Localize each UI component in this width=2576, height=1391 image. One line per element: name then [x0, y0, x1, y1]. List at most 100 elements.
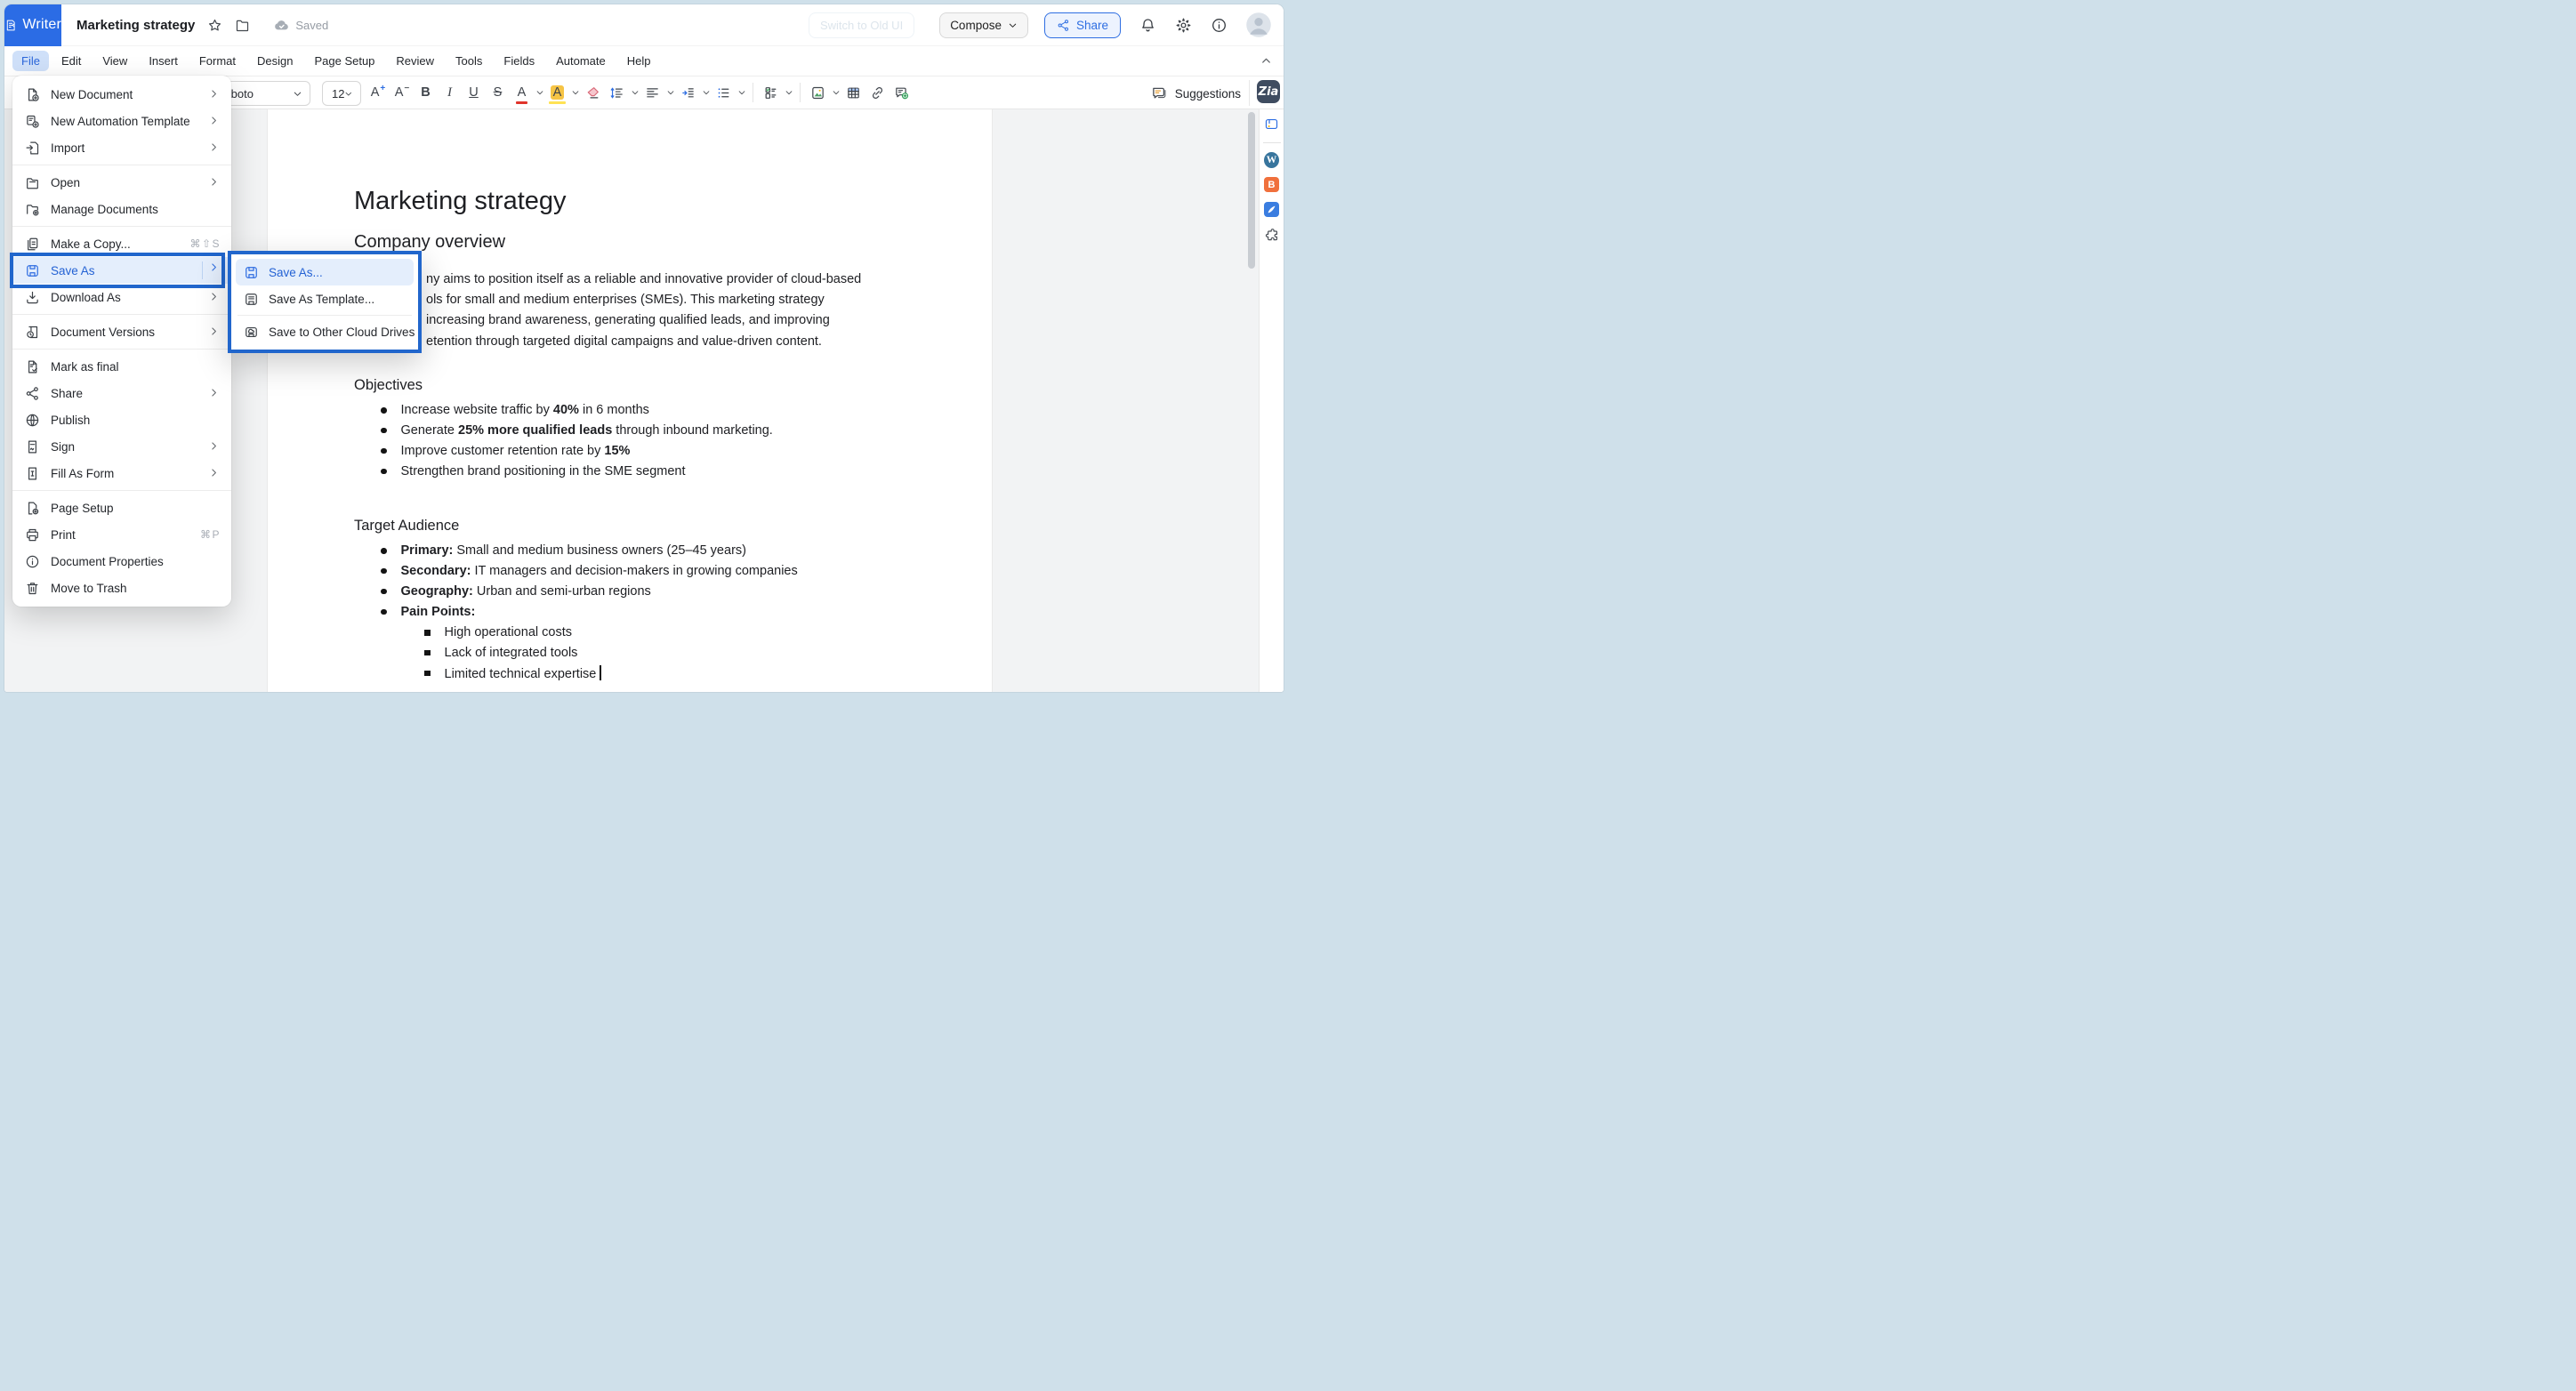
submenu-item-save-to-other-cloud-drives[interactable]: Save to Other Cloud Drives [236, 318, 414, 345]
menu-item-share[interactable]: Share [12, 380, 231, 406]
italic-button[interactable]: I [438, 80, 462, 105]
menubar-item-view[interactable]: View [93, 51, 136, 71]
menu-item-manage-documents[interactable]: Manage Documents [12, 196, 231, 222]
menu-item-document-versions[interactable]: Document Versions [12, 318, 231, 345]
publish-pen-icon[interactable] [1264, 202, 1279, 217]
font-color-button[interactable]: A [510, 80, 534, 105]
company-overview-paragraph[interactable]: ny aims to position itself as a reliable… [426, 269, 861, 352]
bullet-item[interactable]: Primary: Small and medium business owner… [354, 541, 798, 561]
new-document-icon [25, 87, 40, 102]
compose-button[interactable]: Compose [939, 12, 1028, 38]
menu-item-print[interactable]: Print⌘P [12, 521, 231, 548]
share-button[interactable]: Share [1044, 12, 1121, 38]
display-options-caret[interactable] [783, 80, 794, 105]
chevron-down-icon [344, 89, 353, 99]
indent-caret[interactable] [700, 80, 712, 105]
menubar-item-file[interactable]: File [12, 51, 49, 71]
line-spacing-button[interactable] [605, 80, 629, 105]
menubar-item-fields[interactable]: Fields [495, 51, 543, 71]
bullet-item[interactable]: Strengthen brand positioning in the SME … [354, 461, 773, 481]
menubar-item-tools[interactable]: Tools [447, 51, 491, 71]
menubar-item-format[interactable]: Format [190, 51, 245, 71]
extensions-icon[interactable] [1264, 227, 1279, 242]
insert-comment-button[interactable] [890, 80, 914, 105]
insert-link-button[interactable] [865, 80, 890, 105]
bullet-item[interactable]: Geography: Urban and semi-urban regions [354, 582, 798, 602]
menubar-item-edit[interactable]: Edit [52, 51, 90, 71]
menubar-item-review[interactable]: Review [387, 51, 443, 71]
highlight-color-caret[interactable] [569, 80, 581, 105]
insert-table-button[interactable] [841, 80, 865, 105]
menu-item-make-a-copy[interactable]: Make a Copy...⌘⇧S [12, 230, 231, 257]
user-avatar[interactable] [1245, 12, 1272, 38]
company-overview-heading[interactable]: Company overview [354, 232, 505, 253]
display-options-button[interactable] [759, 80, 783, 105]
alignment-caret[interactable] [664, 80, 676, 105]
bullet-item[interactable]: Secondary: IT managers and decision-make… [354, 561, 798, 582]
menubar-item-insert[interactable]: Insert [140, 51, 187, 71]
bullet-item[interactable]: Increase website traffic by 40% in 6 mon… [354, 400, 773, 421]
bullet-item[interactable]: Pain Points: [354, 601, 798, 622]
menu-item-new-automation-template[interactable]: New Automation Template [12, 108, 231, 134]
document-title[interactable]: Marketing strategy [76, 18, 195, 33]
font-color-caret[interactable] [534, 80, 545, 105]
insert-image-button[interactable] [806, 80, 830, 105]
menu-item-publish[interactable]: Publish [12, 406, 231, 433]
line-spacing-caret[interactable] [629, 80, 640, 105]
menu-item-mark-as-final[interactable]: Mark as final [12, 353, 231, 380]
insert-image-caret[interactable] [830, 80, 841, 105]
menu-item-download-as[interactable]: Download As [12, 284, 231, 310]
objectives-heading[interactable]: Objectives [354, 377, 423, 394]
menu-item-sign[interactable]: Sign [12, 433, 231, 460]
wordpress-icon[interactable]: W [1264, 152, 1279, 167]
menubar-item-automate[interactable]: Automate [547, 51, 615, 71]
document-panel-icon[interactable] [1264, 117, 1279, 132]
target-audience-heading[interactable]: Target Audience [354, 518, 459, 535]
folder-icon[interactable] [235, 18, 250, 33]
increase-font-size-button[interactable]: A+ [366, 80, 390, 105]
indent-button[interactable] [676, 80, 700, 105]
sub-bullet-item[interactable]: Limited technical expertise [354, 663, 601, 684]
submenu-item-save-as-dialog[interactable]: Save As... [236, 259, 414, 285]
collapse-toolbar-chevron-icon[interactable] [1260, 54, 1273, 68]
document-page[interactable]: Marketing strategy Company overview ny a… [267, 109, 993, 692]
switch-to-old-ui-button[interactable]: Switch to Old UI [809, 12, 914, 38]
menu-item-move-to-trash[interactable]: Move to Trash [12, 575, 231, 601]
save-as-dialog-icon [244, 265, 259, 280]
help-info-icon[interactable] [1211, 17, 1228, 34]
bullet-item[interactable]: Improve customer retention rate by 15% [354, 441, 773, 462]
menu-item-page-setup[interactable]: Page Setup [12, 494, 231, 521]
sub-bullet-item[interactable]: Lack of integrated tools [354, 643, 601, 663]
clear-formatting-button[interactable] [581, 80, 605, 105]
bullet-list-caret[interactable] [736, 80, 747, 105]
bold-button[interactable]: B [414, 80, 438, 105]
decrease-font-size-button[interactable]: A− [390, 80, 414, 105]
menu-item-save-as[interactable]: Save As [12, 257, 231, 284]
highlight-color-button[interactable]: A [545, 80, 569, 105]
bullet-item[interactable]: Generate 25% more qualified leads throug… [354, 421, 773, 441]
menu-item-open[interactable]: Open [12, 169, 231, 196]
blogger-icon[interactable]: B [1264, 177, 1279, 192]
menu-item-new-document[interactable]: New Document [12, 81, 231, 108]
menu-item-fill-as-form[interactable]: Fill As Form [12, 460, 231, 486]
bullet-list-button[interactable] [712, 80, 736, 105]
vertical-scrollbar-thumb[interactable] [1248, 112, 1255, 269]
font-size-select[interactable]: 12 [322, 81, 361, 106]
favorite-star-icon[interactable] [207, 18, 222, 33]
notifications-bell-icon[interactable] [1139, 17, 1156, 34]
menubar-item-page-setup[interactable]: Page Setup [305, 51, 383, 71]
menu-item-import[interactable]: Import [12, 134, 231, 161]
sub-bullet-item[interactable]: High operational costs [354, 623, 601, 643]
underline-button[interactable]: U [462, 80, 486, 105]
zia-assistant-button[interactable]: Zia [1257, 80, 1280, 103]
alignment-button[interactable] [640, 80, 664, 105]
settings-gear-icon[interactable] [1175, 17, 1192, 34]
doc-title-heading[interactable]: Marketing strategy [354, 187, 567, 216]
submenu-item-save-as-template[interactable]: Save As Template... [236, 285, 414, 312]
menubar-item-help[interactable]: Help [618, 51, 660, 71]
strikethrough-button[interactable]: S [486, 80, 510, 105]
menubar-item-design[interactable]: Design [248, 51, 302, 71]
suggestions-button[interactable]: Suggestions [1151, 81, 1241, 106]
writer-logo[interactable]: Writer [4, 4, 61, 46]
menu-item-document-properties[interactable]: Document Properties [12, 548, 231, 575]
